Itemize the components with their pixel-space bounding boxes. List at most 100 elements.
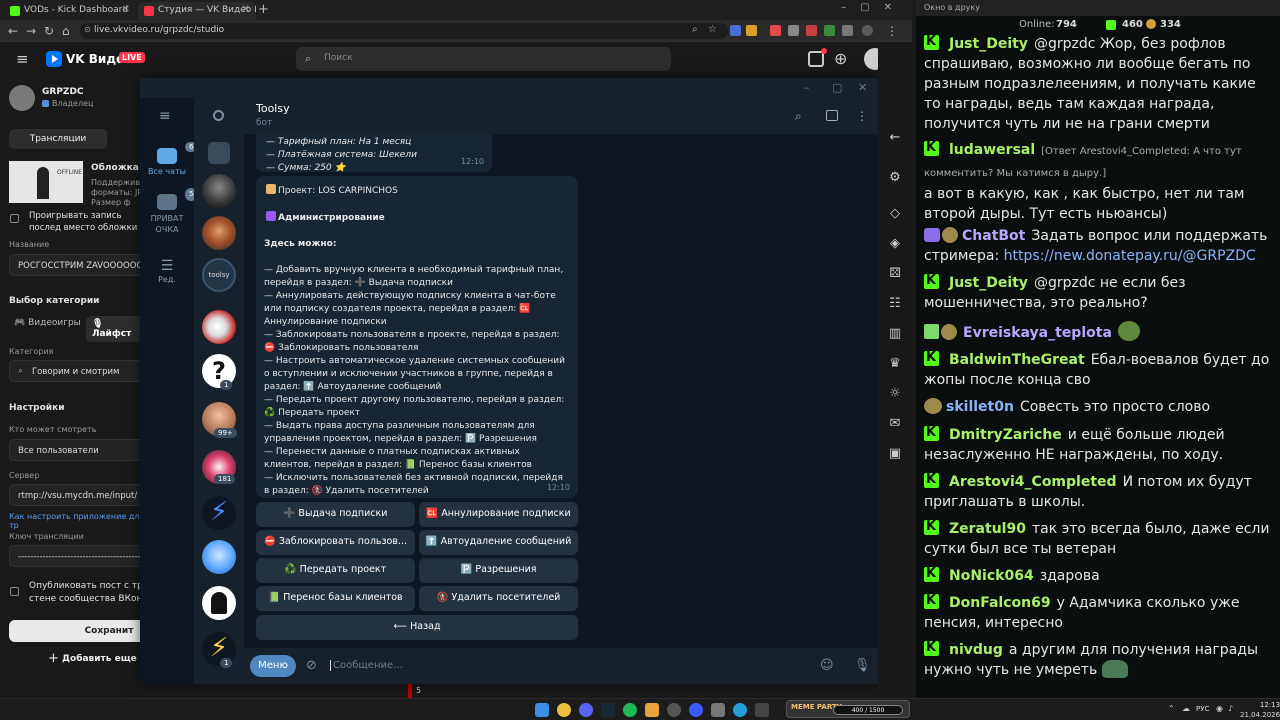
home-icon[interactable]: ⌂ bbox=[62, 24, 70, 38]
dice-icon[interactable]: ⚄ bbox=[887, 266, 903, 282]
folder-private[interactable]: 5 ПРИВАТ ОЧКА bbox=[140, 188, 198, 235]
bookmark-star-icon[interactable]: ☆ bbox=[708, 24, 717, 35]
tab-games[interactable]: 🎮 Видеоигры bbox=[14, 318, 81, 328]
emoji-icon[interactable]: ☺ bbox=[820, 658, 834, 673]
discord-icon[interactable] bbox=[579, 703, 593, 717]
start-icon[interactable] bbox=[535, 703, 549, 717]
chat-username[interactable]: NoNick064 bbox=[949, 568, 1034, 584]
chat-username[interactable]: ChatBot bbox=[962, 228, 1025, 244]
spotify-icon[interactable] bbox=[623, 703, 637, 717]
folder-edit[interactable]: ☰ Ред. bbox=[140, 258, 194, 284]
search-icon[interactable]: ⌕ bbox=[795, 109, 802, 124]
bar-chart-icon[interactable]: ▥ bbox=[887, 326, 903, 342]
chat-avatar[interactable] bbox=[202, 540, 236, 574]
diamond-icon[interactable]: ◇ bbox=[887, 206, 903, 222]
chat-username[interactable]: Zeratul90 bbox=[949, 521, 1026, 537]
profile-icon[interactable] bbox=[862, 25, 873, 36]
stream-key-field[interactable]: ----------------------------------------… bbox=[9, 545, 149, 567]
chat-avatar[interactable] bbox=[202, 586, 236, 620]
kb-button-autodelete[interactable]: ⬆️ Автоудаление сообщений bbox=[419, 530, 578, 555]
telegram-icon[interactable] bbox=[733, 703, 747, 717]
play-record-checkbox[interactable] bbox=[10, 214, 19, 223]
media-icon[interactable] bbox=[689, 703, 703, 717]
tab-vk-studio[interactable]: Студия — VK Видео Live ✕ bbox=[138, 2, 256, 20]
add-more-button[interactable]: Добавить еще bbox=[62, 654, 137, 664]
close-tab-icon[interactable]: ✕ bbox=[242, 4, 250, 15]
add-icon[interactable]: ⊕ bbox=[834, 49, 847, 68]
close-icon[interactable]: ✕ bbox=[858, 81, 867, 94]
settings-gear-icon[interactable]: ⚙ bbox=[887, 170, 903, 186]
app-icon[interactable] bbox=[711, 703, 725, 717]
channel-avatar[interactable] bbox=[9, 85, 35, 111]
arrow-left-icon[interactable]: ← bbox=[887, 130, 903, 146]
chat-username[interactable]: Evreiskaya_teplota bbox=[963, 325, 1112, 341]
extension-icon[interactable] bbox=[746, 25, 757, 36]
extensions-puzzle-icon[interactable] bbox=[842, 25, 853, 36]
steam-icon[interactable] bbox=[601, 703, 615, 717]
privacy-select[interactable]: Все пользователи bbox=[9, 439, 149, 461]
chat-username[interactable]: Just_Deity bbox=[949, 275, 1028, 291]
broadcasts-tab[interactable]: Трансляции bbox=[9, 129, 107, 149]
chat-avatar-toolsy[interactable]: toolsy bbox=[202, 258, 236, 292]
donate-link[interactable]: https://new.donatepay.ru/@GRPZDC bbox=[1004, 248, 1256, 264]
kb-button-back[interactable]: ⟵ Назад bbox=[256, 615, 578, 640]
obs-icon[interactable] bbox=[667, 703, 681, 717]
chat-username[interactable]: ludawersal bbox=[949, 142, 1035, 158]
list-icon[interactable]: ☷ bbox=[887, 296, 903, 312]
vk-video-logo-icon[interactable] bbox=[46, 51, 62, 67]
kb-button-block-user[interactable]: ⛔ Заблокировать пользов... bbox=[256, 530, 415, 555]
title-input[interactable]: РОСГОССТРИМ ZAVOOOOOOZ bbox=[9, 254, 149, 276]
gem-icon[interactable]: ◈ bbox=[887, 236, 903, 252]
trophy-icon[interactable]: ♛ bbox=[887, 356, 903, 372]
menu-icon[interactable]: ≡ bbox=[159, 108, 171, 124]
kb-button-issue-subscription[interactable]: ➕ Выдача подписки bbox=[256, 502, 415, 527]
chat-username[interactable]: BaldwinTheGreat bbox=[949, 352, 1085, 368]
window-controls[interactable]: –▢✕ bbox=[841, 2, 906, 13]
kb-button-cancel-subscription[interactable]: 🆑 Аннулирование подписки bbox=[419, 502, 578, 527]
notifications-icon[interactable] bbox=[808, 48, 827, 67]
server-field[interactable]: rtmp://vsu.mycdn.me/input/ bbox=[9, 484, 149, 506]
kb-button-permissions[interactable]: 🅿️ Разрешения bbox=[419, 558, 578, 583]
network-icon[interactable]: ◉ bbox=[1216, 704, 1223, 713]
setup-help-link[interactable]: Как настроить приложение для тр bbox=[9, 512, 150, 530]
chrome-icon[interactable] bbox=[557, 703, 571, 717]
more-vertical-icon[interactable]: ⋮ bbox=[856, 109, 868, 123]
volume-icon[interactable]: ♪ bbox=[1228, 704, 1233, 713]
archive-icon[interactable] bbox=[208, 142, 230, 164]
new-tab-icon[interactable]: + bbox=[258, 2, 269, 17]
chat-icon[interactable]: ✉ bbox=[887, 416, 903, 432]
language-indicator[interactable]: РУС bbox=[1196, 705, 1209, 713]
tab-kick[interactable]: VODs - Kick Dashboard ✕ bbox=[4, 2, 136, 20]
donate-icon[interactable]: ▣ bbox=[887, 446, 903, 462]
publish-post-checkbox[interactable] bbox=[10, 587, 19, 596]
reload-icon[interactable]: ↻ bbox=[44, 24, 54, 38]
url-field[interactable]: ⊙ live.vkvideo.ru/grpzdc/studio bbox=[80, 23, 728, 39]
site-info-icon[interactable]: ⊙ bbox=[84, 25, 91, 34]
chat-username[interactable]: DmitryZariche bbox=[949, 427, 1062, 443]
search-icon[interactable] bbox=[213, 110, 224, 121]
extension-icon[interactable] bbox=[770, 25, 781, 36]
app-icon[interactable] bbox=[755, 703, 769, 717]
chat-username[interactable]: Arestovi4_Completed bbox=[949, 474, 1117, 490]
chat-title[interactable]: Toolsy bbox=[256, 102, 290, 115]
lightbulb-icon[interactable]: ☼ bbox=[887, 386, 903, 402]
hamburger-menu-icon[interactable]: ≡ bbox=[16, 50, 29, 68]
zoom-icon[interactable]: ⌕ bbox=[692, 24, 698, 35]
kb-button-transfer-project[interactable]: ♻️ Передать проект bbox=[256, 558, 415, 583]
chat-avatar[interactable] bbox=[202, 216, 236, 250]
meme-party-widget[interactable]: MEME PARTY 400 / 1500 bbox=[786, 700, 910, 718]
maximize-icon[interactable]: ▢ bbox=[832, 81, 842, 94]
clock[interactable]: 12:13 21.04.2026 bbox=[1240, 700, 1280, 720]
chat-avatar[interactable] bbox=[202, 310, 236, 344]
cover-thumbnail[interactable]: OFFLINE bbox=[9, 161, 83, 203]
kb-button-remove-visitors[interactable]: 🚷 Удалить посетителей bbox=[419, 586, 578, 611]
microphone-icon[interactable]: 🎙 bbox=[854, 658, 871, 673]
folder-all-chats[interactable]: 6 Все чаты bbox=[140, 142, 198, 176]
chat-username[interactable]: nivdug bbox=[949, 642, 1003, 658]
chat-avatar[interactable]: ⚡ bbox=[202, 496, 236, 530]
explorer-icon[interactable] bbox=[645, 703, 659, 717]
bot-menu-button[interactable]: Меню bbox=[250, 655, 296, 677]
save-button[interactable]: Сохранит bbox=[9, 620, 149, 642]
extension-icon[interactable] bbox=[824, 25, 835, 36]
tray-chevron-icon[interactable]: ⌃ bbox=[1168, 704, 1175, 713]
